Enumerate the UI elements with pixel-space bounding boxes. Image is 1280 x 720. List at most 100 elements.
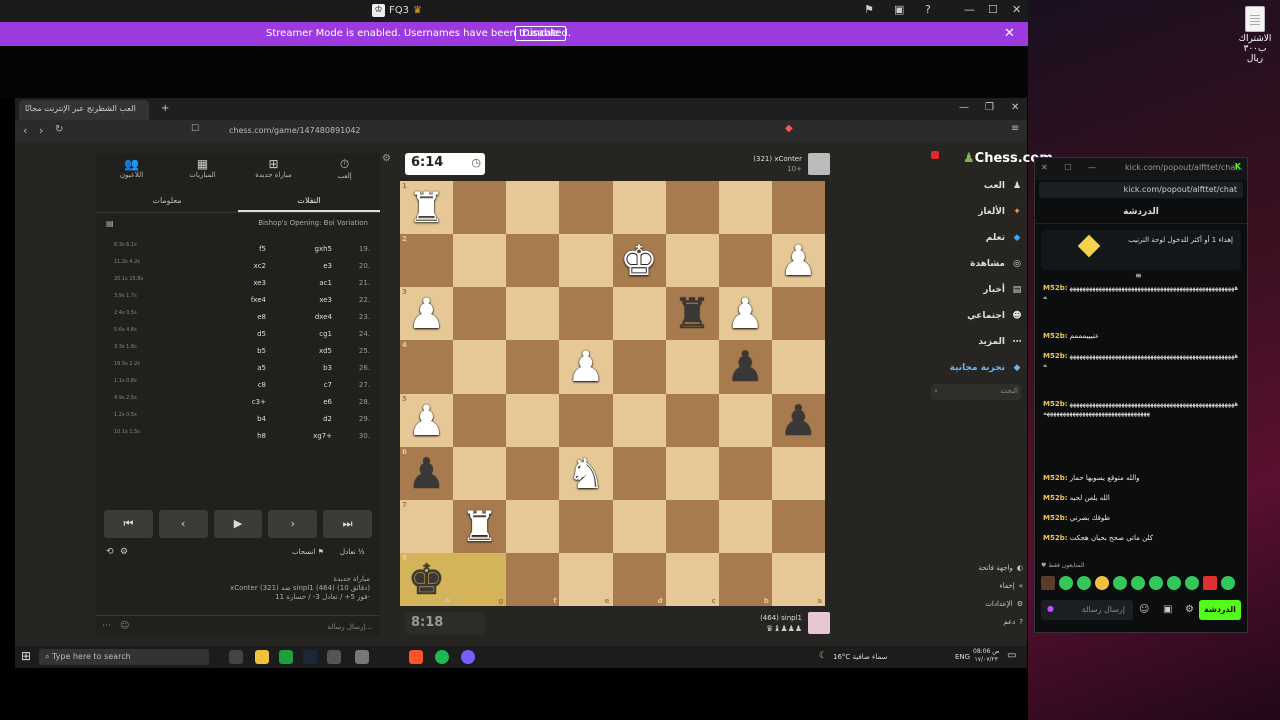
emote-icon[interactable]	[1221, 576, 1235, 590]
steam-icon[interactable]	[303, 650, 317, 664]
move-row[interactable]: 4.9s 2.5s c3+ e6 28.	[96, 394, 380, 411]
board-square[interactable]	[665, 340, 719, 394]
board-square[interactable]	[718, 181, 772, 235]
chess-piece[interactable]: ♚	[400, 553, 453, 606]
white-move[interactable]: gxh5	[272, 245, 332, 253]
board-square[interactable]: c	[665, 552, 719, 606]
chess-piece[interactable]: ♞	[559, 447, 612, 500]
help-icon[interactable]: ?	[925, 3, 931, 16]
close-banner-icon[interactable]: ✕	[1004, 26, 1015, 41]
help-link[interactable]: دعم?	[1003, 618, 1023, 626]
emote-icon[interactable]	[1203, 576, 1217, 590]
white-move[interactable]: dxe4	[272, 313, 332, 321]
task-view-icon[interactable]	[229, 650, 243, 664]
board-square[interactable]	[612, 446, 666, 500]
nav-games[interactable]: ▦ المباريات	[167, 153, 238, 187]
collapse-button[interactable]: إخفاء «	[999, 582, 1023, 590]
chat-username[interactable]: M52b:	[1043, 284, 1068, 292]
chat-username[interactable]: M52b:	[1043, 400, 1068, 408]
chat-username[interactable]: M52b:	[1043, 332, 1068, 340]
reload-icon[interactable]: ↻	[55, 124, 63, 135]
move-row[interactable]: 5.6s 4.8s d5 cg1 24.	[96, 326, 380, 343]
board-square[interactable]: g	[453, 552, 507, 606]
chat-username[interactable]: M52b:	[1043, 514, 1068, 522]
board-square[interactable]	[453, 234, 507, 288]
board-square[interactable]	[665, 181, 719, 235]
last-move-button[interactable]: ⏭	[323, 510, 372, 538]
white-move[interactable]: xd5	[272, 347, 332, 355]
browser-minimize-icon[interactable]: —	[959, 102, 969, 113]
gear-icon[interactable]: ⚙	[1185, 604, 1194, 615]
notification-icon[interactable]	[931, 151, 939, 159]
board-square[interactable]	[559, 287, 613, 341]
board-square[interactable]	[506, 234, 560, 288]
minimize-icon[interactable]: —	[964, 3, 975, 16]
white-move[interactable]: cg1	[272, 330, 332, 338]
chat-address[interactable]: kick.com/popout/alfttet/chat	[1039, 182, 1243, 198]
board-square[interactable]	[612, 499, 666, 553]
settings-icon[interactable]: ⚙	[120, 547, 128, 557]
black-move[interactable]: h8	[216, 432, 266, 440]
first-move-button[interactable]: ⏮	[104, 510, 153, 538]
move-row[interactable]: 3.9s 1.7s fxe4 xe3 22.	[96, 292, 380, 309]
close-icon[interactable]: ✕	[1041, 163, 1048, 172]
emote-icon[interactable]	[1149, 576, 1163, 590]
board-square[interactable]	[453, 446, 507, 500]
move-row[interactable]: 11.2s 4.2s xc2 e3 20.	[96, 258, 380, 275]
board-square[interactable]	[506, 287, 560, 341]
nav-players[interactable]: 👥 اللاعبون	[96, 153, 167, 187]
board-square[interactable]: a	[771, 552, 825, 606]
move-row[interactable]: 3.3s 1.8s b5 xd5 25.	[96, 343, 380, 360]
board-square[interactable]	[612, 287, 666, 341]
notification-icon[interactable]: ▭	[1007, 650, 1016, 661]
nav-puzzles[interactable]: الألغاز ✦	[978, 207, 1023, 217]
emoji-icon[interactable]: ☺	[1139, 604, 1149, 615]
board-square[interactable]	[612, 340, 666, 394]
emote-icon[interactable]	[1185, 576, 1199, 590]
chat-send-button[interactable]: الدردشة	[1199, 600, 1241, 620]
mic-icon[interactable]: ●	[1047, 604, 1054, 613]
white-move[interactable]: c7	[272, 381, 332, 389]
emote-icon[interactable]	[1095, 576, 1109, 590]
move-row[interactable]: 19.5s 2.2s a5 b3 26.	[96, 360, 380, 377]
board-square[interactable]	[665, 234, 719, 288]
board-settings-icon[interactable]: ⚙	[382, 153, 391, 164]
board-square[interactable]	[771, 181, 825, 235]
black-move[interactable]: f5	[216, 245, 266, 253]
chess-piece[interactable]: ♜	[453, 500, 506, 553]
chess-piece[interactable]: ♜	[400, 181, 453, 234]
black-move[interactable]: b4	[216, 415, 266, 423]
board-square[interactable]	[559, 393, 613, 447]
black-move[interactable]: xe3	[216, 279, 266, 287]
nav-learn[interactable]: تعلم ◆	[986, 233, 1023, 243]
black-move[interactable]: c8	[216, 381, 266, 389]
board-square[interactable]	[453, 181, 507, 235]
board-square[interactable]	[559, 181, 613, 235]
board-square[interactable]	[559, 234, 613, 288]
xbox-icon[interactable]	[279, 650, 293, 664]
emote-icon[interactable]	[1167, 576, 1181, 590]
black-move[interactable]: a5	[216, 364, 266, 372]
black-move[interactable]: b5	[216, 347, 266, 355]
board-square[interactable]	[453, 340, 507, 394]
restore-icon[interactable]: ☐	[1064, 163, 1071, 172]
tab-info[interactable]: معلومات	[96, 187, 238, 212]
chess-piece[interactable]: ♟	[719, 340, 772, 393]
disable-streamer-button[interactable]: Disable	[515, 26, 567, 41]
chess-piece[interactable]: ♟	[400, 287, 453, 340]
emote-icon[interactable]	[1059, 576, 1073, 590]
nav-social[interactable]: اجتماعي ☻	[967, 311, 1023, 321]
pinned-gift-banner[interactable]: إهداء 1 أو أكثر للدخول لوحة الترتيب	[1041, 230, 1241, 270]
board-square[interactable]	[612, 181, 666, 235]
board-square[interactable]	[771, 287, 825, 341]
white-move[interactable]: ac1	[272, 279, 332, 287]
white-move[interactable]: e6	[272, 398, 332, 406]
board-square[interactable]	[771, 499, 825, 553]
white-move[interactable]: d2	[272, 415, 332, 423]
prev-move-button[interactable]: ‹	[158, 510, 208, 538]
settings-link[interactable]: الإعدادات ⚙	[985, 600, 1023, 608]
chess-piece[interactable]: ♟	[400, 394, 453, 447]
board-square[interactable]: f	[506, 552, 560, 606]
nav-more[interactable]: المزيد ⋯	[978, 337, 1023, 347]
board-square[interactable]	[506, 499, 560, 553]
